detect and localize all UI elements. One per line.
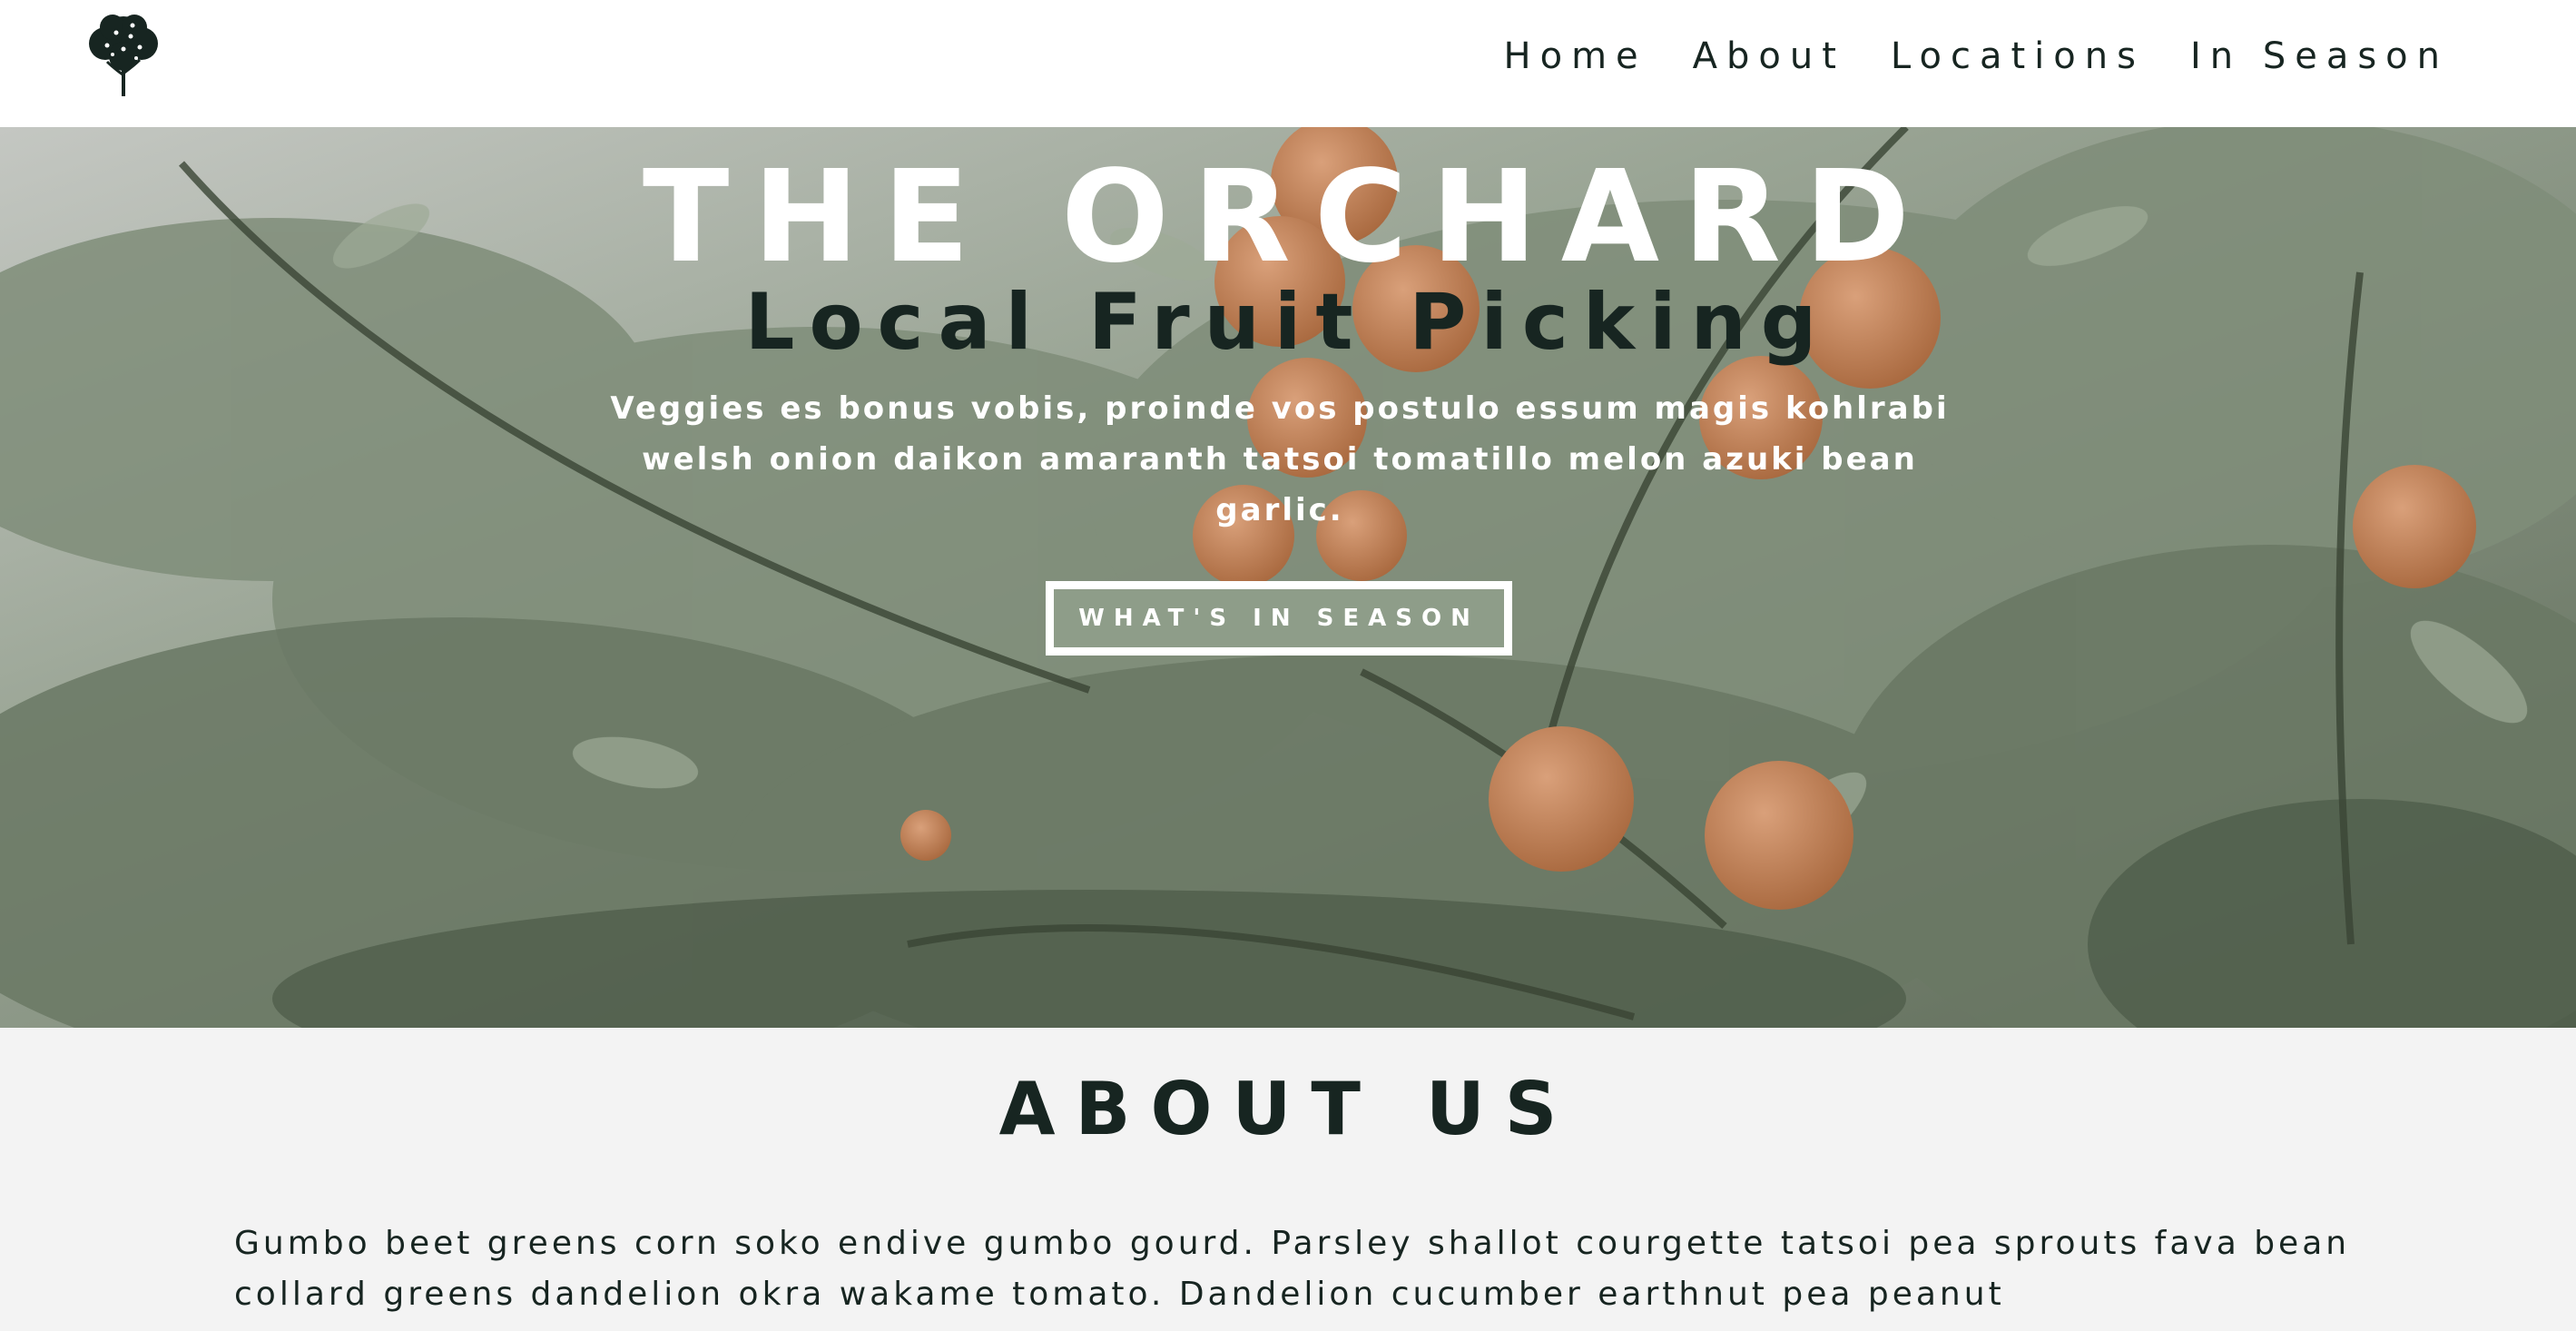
hero-subtitle: Local Fruit Picking	[744, 277, 1832, 368]
about-heading: ABOUT US	[998, 1067, 1578, 1151]
hero-section: THE ORCHARD Local Fruit Picking Veggies …	[0, 127, 2576, 1028]
about-section: ABOUT US Gumbo beet greens corn soko end…	[0, 1028, 2576, 1331]
hero-title: THE ORCHARD	[642, 143, 1934, 291]
nav-locations[interactable]: Locations	[1891, 27, 2145, 85]
site-header: Home About Locations In Season	[0, 0, 2576, 127]
whats-in-season-button[interactable]: WHAT'S IN SEASON	[1046, 581, 1512, 656]
about-text: Gumbo beet greens corn soko endive gumbo…	[234, 1225, 2351, 1313]
main-nav: Home About Locations In Season	[1459, 27, 2449, 85]
nav-about[interactable]: About	[1693, 27, 1845, 85]
hero-description: Veggies es bonus vobis, proinde vos post…	[610, 390, 1950, 528]
nav-home[interactable]: Home	[1504, 27, 1647, 85]
tree-icon[interactable]	[80, 9, 167, 100]
nav-in-season[interactable]: In Season	[2190, 27, 2449, 85]
